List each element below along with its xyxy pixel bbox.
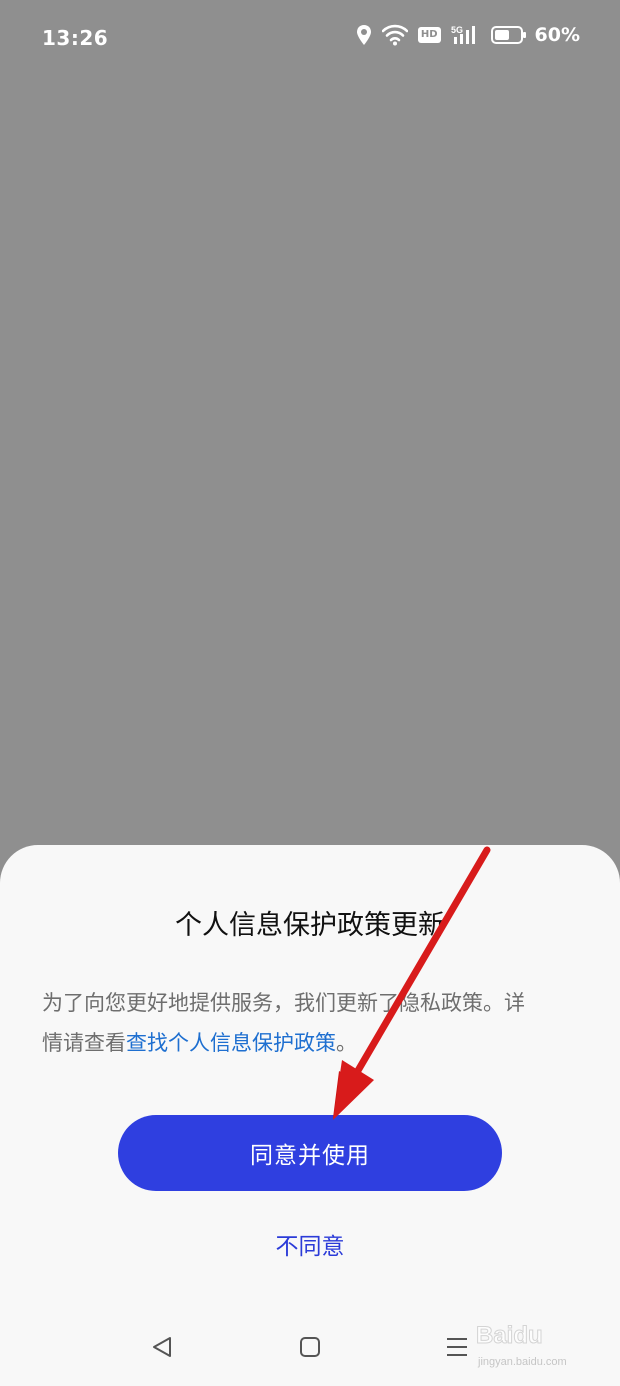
location-icon (356, 24, 372, 46)
watermark-url: jingyan.baidu.com (478, 1356, 567, 1368)
wifi-icon (381, 24, 408, 46)
baidu-watermark: Baidu jingyan.baidu.com (476, 1318, 596, 1374)
dialog-title: 个人信息保护政策更新 (175, 910, 445, 941)
disagree-button[interactable]: 不同意 (230, 1222, 390, 1266)
5g-signal-icon: 5G (451, 24, 481, 46)
status-icons: HD 5G 60% (356, 24, 580, 46)
privacy-policy-link[interactable]: 查找个人信息保护政策 (126, 1031, 336, 1055)
home-icon[interactable] (295, 1332, 325, 1362)
dialog-body: 为了向您更好地提供服务，我们更新了隐私政策。详情请查看查找个人信息保护政策。 (42, 983, 542, 1063)
back-icon[interactable] (147, 1332, 177, 1362)
hd-icon: HD (417, 27, 441, 43)
privacy-policy-dialog: 个人信息保护政策更新 为了向您更好地提供服务，我们更新了隐私政策。详情请查看查找… (0, 845, 620, 1386)
dialog-body-end: 。 (336, 1031, 357, 1055)
network-label: 5G (451, 25, 463, 35)
status-bar: 13:26 HD 5G 60% (0, 0, 620, 76)
agree-and-use-button[interactable]: 同意并使用 (118, 1115, 502, 1191)
battery-icon (490, 25, 527, 45)
status-time: 13:26 (42, 26, 109, 50)
watermark-brand: Baidu (476, 1322, 544, 1350)
battery-percent: 60% (534, 24, 580, 46)
menu-icon[interactable] (442, 1332, 472, 1362)
